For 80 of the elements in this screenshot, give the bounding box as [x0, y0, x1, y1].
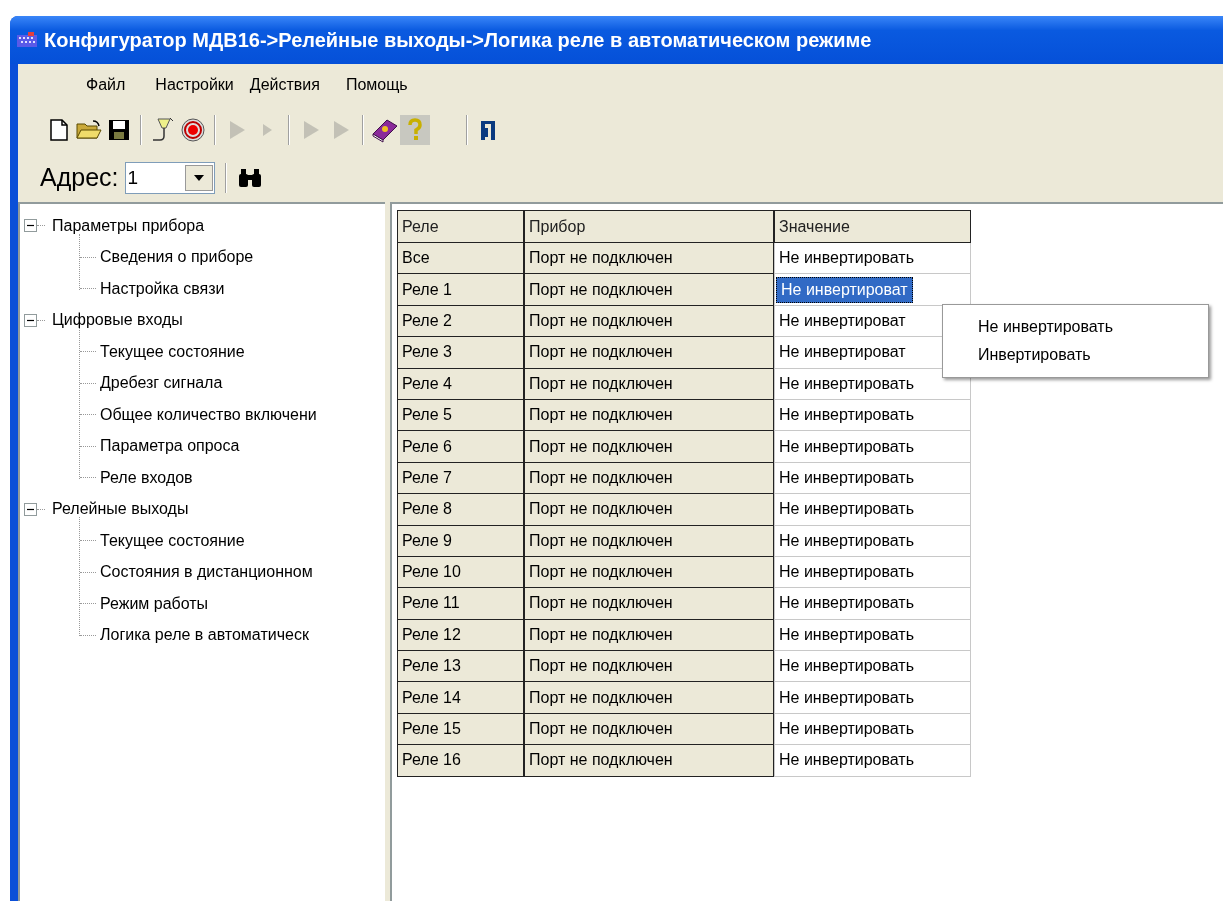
table-cell: Реле 1 — [397, 274, 524, 306]
table-cell: Порт не подключен — [524, 305, 774, 338]
table-cell: Реле 2 — [397, 305, 524, 338]
value-cell[interactable]: Не инвертировать — [774, 651, 971, 683]
menu-item[interactable]: Настройки — [147, 73, 242, 97]
value-cell[interactable]: Не инвертировать — [774, 588, 971, 620]
value-cell[interactable]: Не инвертировать — [774, 525, 971, 557]
tree-item[interactable]: Текущее состояние — [100, 339, 245, 364]
column-header[interactable]: Значение — [774, 210, 971, 243]
tree-item[interactable]: Релейные выходы — [52, 497, 189, 522]
table-cell: Порт не подключен — [524, 274, 774, 306]
collapse-icon[interactable] — [24, 219, 37, 233]
tree-item[interactable]: Логика реле в автоматическ — [100, 623, 309, 648]
table-cell: Порт не подключен — [524, 556, 774, 589]
column-header[interactable]: Реле — [397, 210, 524, 243]
table-cell: Реле 4 — [397, 368, 524, 400]
value-cell[interactable]: Не инвертировать — [774, 243, 971, 275]
value-cell[interactable]: Не инвертировать — [774, 682, 971, 714]
table-cell: Порт не подключен — [524, 745, 774, 777]
value-cell[interactable]: Не инвертировать — [774, 713, 971, 746]
table-cell: Порт не подключен — [524, 243, 774, 275]
column-header[interactable]: Прибор — [524, 210, 774, 243]
collapse-icon[interactable] — [24, 313, 37, 327]
tree-item[interactable]: Параметры прибора — [52, 213, 205, 238]
tree-item[interactable]: Цифровые входы — [52, 308, 183, 333]
tree-item[interactable]: Сведения о приборе — [100, 245, 254, 270]
menu-item[interactable]: Помощь — [337, 73, 416, 97]
table-cell: Все — [397, 243, 524, 275]
table-cell: Порт не подключен — [524, 525, 774, 557]
table-cell: Порт не подключен — [524, 431, 774, 463]
table-cell: Реле 9 — [397, 525, 524, 557]
tree-item[interactable]: Дребезг сигнала — [100, 371, 223, 396]
table-cell: Реле 3 — [397, 337, 524, 369]
menu-item[interactable]: Файл — [78, 73, 134, 97]
value-cell[interactable]: Не инвертировать — [774, 494, 971, 526]
tree-item[interactable]: Параметра опроса — [100, 434, 240, 459]
table-cell: Порт не подключен — [524, 399, 774, 432]
table-cell: Порт не подключен — [524, 651, 774, 683]
tree-item[interactable]: Реле входов — [100, 465, 193, 490]
value-cell[interactable]: Не инвертировать — [774, 368, 971, 400]
tree-item[interactable]: Общее количество включени — [100, 402, 317, 427]
table-cell: Порт не подключен — [524, 494, 774, 526]
table-cell: Реле 6 — [397, 431, 524, 463]
table-cell: Порт не подключен — [524, 619, 774, 652]
address-label: Адрес: — [40, 162, 119, 194]
caret-icon — [193, 175, 204, 181]
address-dropdown[interactable]: 1 — [124, 162, 215, 194]
tree-item[interactable]: Текущее состояние — [100, 528, 245, 553]
menu-item[interactable]: Действия — [241, 73, 328, 97]
record-icon[interactable] — [178, 115, 208, 145]
table-cell: Реле 15 — [397, 713, 524, 746]
table-cell: Порт не подключен — [524, 337, 774, 369]
collapse-icon[interactable] — [24, 502, 37, 516]
value-cell[interactable]: Не инвертировать — [774, 462, 971, 495]
value-cell[interactable]: Не инвертироват — [774, 274, 971, 306]
table-cell: Реле 14 — [397, 682, 524, 714]
value-cell[interactable]: Не инвертировать — [774, 431, 971, 463]
table-cell: Порт не подключен — [524, 462, 774, 495]
table-cell: Реле 8 — [397, 494, 524, 526]
table-cell: Реле 10 — [397, 556, 524, 589]
table-cell: Порт не подключен — [524, 682, 774, 714]
value-cell[interactable]: Не инвертировать — [774, 619, 971, 652]
value-cell[interactable]: Не инвертировать — [774, 556, 971, 589]
app-icon — [16, 31, 38, 49]
table-cell: Реле 13 — [397, 651, 524, 683]
table-cell: Реле 5 — [397, 399, 524, 432]
table-cell: Реле 11 — [397, 588, 524, 620]
table-cell: Реле 7 — [397, 462, 524, 495]
value-cell[interactable]: Не инвертировать — [774, 399, 971, 432]
window-title: Конфигуратор МДВ16->Релейные выходы->Логика реле в автоматическом режиме — [44, 28, 872, 53]
tree-item[interactable]: Режим работы — [100, 591, 209, 616]
tree-item[interactable]: Состояния в дистанционном — [100, 560, 313, 585]
table-cell: Порт не подключен — [524, 368, 774, 400]
table-cell: Реле 16 — [397, 745, 524, 777]
tree-item[interactable]: Настройка связи — [100, 276, 225, 301]
table-cell: Порт не подключен — [524, 588, 774, 620]
table-cell: Реле 12 — [397, 619, 524, 652]
binoculars-icon[interactable] — [236, 168, 263, 188]
value-cell[interactable]: Не инвертировать — [774, 745, 971, 777]
table-cell: Порт не подключен — [524, 713, 774, 746]
